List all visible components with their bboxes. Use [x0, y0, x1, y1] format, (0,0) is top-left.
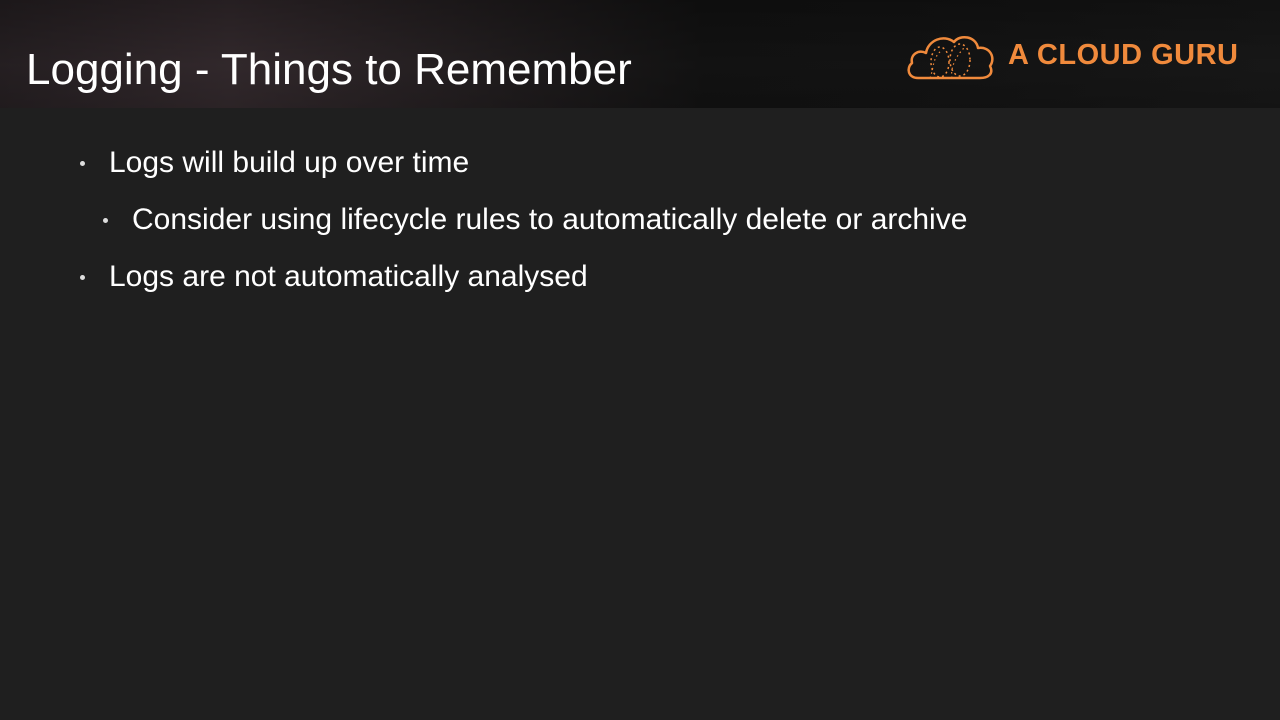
bullet-dot-icon [80, 274, 85, 280]
slide: Logging - Things to Remember A CLOUD GUR… [0, 0, 1280, 720]
bullet-item: Logs are not automatically analysed [80, 260, 588, 294]
bullet-dot-icon [103, 217, 108, 223]
brand-name: A CLOUD GURU [1008, 38, 1239, 71]
bullet-text: Logs will build up over time [109, 146, 470, 179]
bullet-dot-icon [80, 160, 85, 166]
bullet-item: Logs will build up over time [80, 146, 469, 180]
slide-title: Logging - Things to Remember [26, 45, 632, 94]
bullet-text: Consider using lifecycle rules to automa… [132, 203, 968, 236]
bullet-text: Logs are not automatically analysed [109, 260, 588, 293]
cloud-logo-icon [904, 28, 996, 82]
brand-logo: A CLOUD GURU [904, 28, 1238, 82]
sub-bullet-item: Consider using lifecycle rules to automa… [103, 203, 967, 237]
